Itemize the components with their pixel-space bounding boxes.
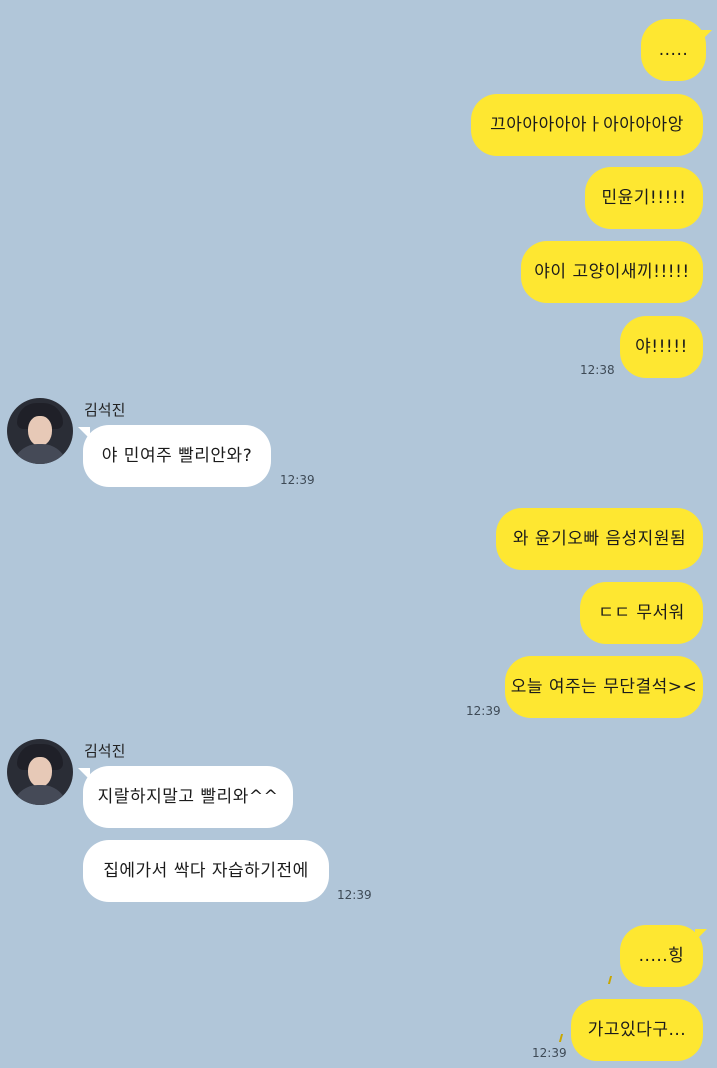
message-text: 와 윤기오빠 음성지원됨 — [512, 528, 687, 549]
read-indicator — [607, 976, 613, 984]
chat-bubble-mine[interactable]: 민윤기!!!!! — [585, 167, 703, 229]
message-timestamp: 12:39 — [337, 888, 372, 902]
chat-bubble-theirs[interactable]: 지랄하지말고 빨리와^^ — [83, 766, 293, 828]
chat-bubble-mine[interactable]: 와 윤기오빠 음성지원됨 — [496, 508, 703, 570]
avatar-face — [28, 416, 52, 446]
message-timestamp: 12:39 — [280, 473, 315, 487]
message-text: 집에가서 싹다 자습하기전에 — [103, 860, 309, 881]
contact-avatar[interactable] — [7, 398, 73, 464]
avatar-face — [28, 757, 52, 787]
avatar-shoulders — [12, 444, 68, 464]
contact-name: 김석진 — [84, 742, 126, 760]
message-text: 야 민여주 빨리안와? — [101, 445, 253, 466]
message-timestamp: 12:38 — [580, 363, 615, 377]
message-timestamp: 12:39 — [466, 704, 501, 718]
chat-bubble-mine[interactable]: 가고있다구... — [571, 999, 703, 1061]
message-text: 가고있다구... — [587, 1019, 687, 1040]
message-text: 야이 고양이새끼!!!!! — [534, 261, 690, 282]
message-text: ..... — [658, 39, 689, 60]
message-text: 민윤기!!!!! — [601, 187, 687, 208]
chat-bubble-mine[interactable]: 야!!!!! — [620, 316, 703, 378]
message-text: 오늘 여주는 무단결석>< — [510, 676, 698, 697]
contact-name: 김석진 — [84, 401, 126, 419]
message-text: 끄아아아아아ㅏ아아아아앙 — [490, 114, 684, 135]
chat-bubble-mine[interactable]: 오늘 여주는 무단결석>< — [505, 656, 703, 718]
bubble-tail — [700, 30, 712, 42]
bubble-tail — [695, 929, 707, 941]
chat-bubble-mine[interactable]: 끄아아아아아ㅏ아아아아앙 — [471, 94, 703, 156]
message-timestamp: 12:39 — [532, 1046, 567, 1060]
chat-bubble-mine[interactable]: 야이 고양이새끼!!!!! — [521, 241, 703, 303]
contact-avatar[interactable] — [7, 739, 73, 805]
chat-bubble-mine[interactable]: ㄷㄷ 무서워 — [580, 582, 703, 644]
message-text: .....힝 — [638, 945, 685, 966]
read-indicator — [558, 1034, 564, 1042]
message-text: 야!!!!! — [635, 336, 688, 357]
chat-bubble-theirs[interactable]: 집에가서 싹다 자습하기전에 — [83, 840, 329, 902]
avatar-shoulders — [12, 785, 68, 805]
message-text: ㄷㄷ 무서워 — [598, 602, 685, 623]
chat-bubble-theirs[interactable]: 야 민여주 빨리안와? — [83, 425, 271, 487]
message-text: 지랄하지말고 빨리와^^ — [97, 786, 279, 807]
chat-bubble-mine[interactable]: ..... — [641, 19, 706, 81]
chat-bubble-mine[interactable]: .....힝 — [620, 925, 703, 987]
